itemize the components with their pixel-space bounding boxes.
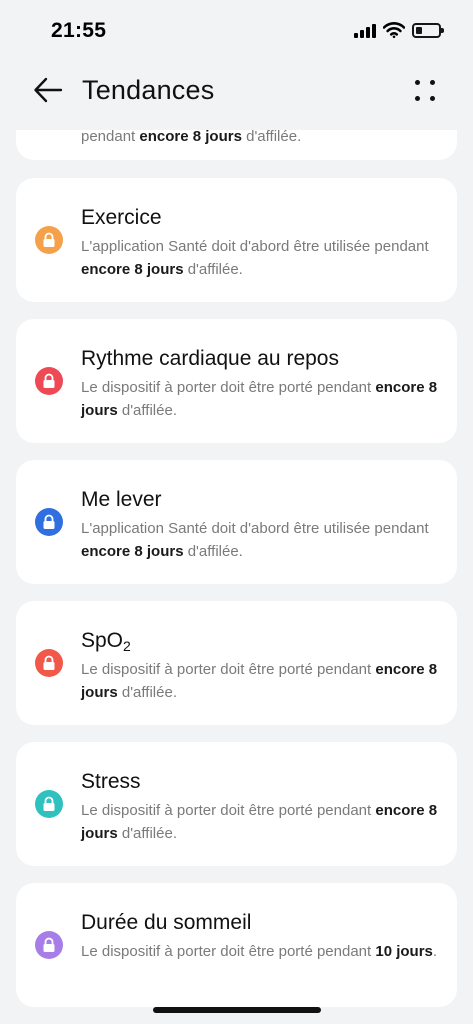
card-title: Rythme cardiaque au repos <box>81 347 339 370</box>
back-button[interactable] <box>30 74 66 106</box>
card-spo2[interactable]: SpO2 Le dispositif à porter doit être po… <box>16 601 457 725</box>
lock-icon <box>35 931 63 959</box>
status-icons <box>354 22 444 38</box>
wifi-icon <box>383 22 405 38</box>
card-description: Le dispositif à porter doit être porté p… <box>81 661 438 701</box>
card-description: pendant encore 8 jours d'affilée. <box>81 130 302 145</box>
header: Tendances <box>0 62 473 120</box>
screen: 21:55 Tendances pendant encore 8 jours d… <box>0 0 473 1024</box>
card-resting-heart-rate[interactable]: Rythme cardiaque au repos Le dispositif … <box>16 319 457 443</box>
card-stress[interactable]: Stress Le dispositif à porter doit être … <box>16 742 457 866</box>
card-partial[interactable]: pendant encore 8 jours d'affilée. <box>16 130 457 160</box>
cellular-signal-icon <box>354 23 376 38</box>
trends-list[interactable]: pendant encore 8 jours d'affilée. Exerci… <box>0 130 473 1024</box>
battery-icon <box>412 22 444 38</box>
card-title: SpO2 <box>81 629 131 654</box>
card-title: Me lever <box>81 488 162 511</box>
status-time: 21:55 <box>51 19 107 42</box>
card-title: Durée du sommeil <box>81 911 252 934</box>
card-description: L'application Santé doit d'abord être ut… <box>81 238 429 278</box>
card-title: Exercice <box>81 206 162 229</box>
card-description: Le dispositif à porter doit être porté p… <box>81 943 438 960</box>
page-title: Tendances <box>82 75 215 105</box>
arrow-left-icon <box>34 77 63 103</box>
card-wake-up[interactable]: Me lever L'application Santé doit d'abor… <box>16 460 457 584</box>
card-description: Le dispositif à porter doit être porté p… <box>81 802 438 842</box>
lock-icon <box>35 508 63 536</box>
home-indicator[interactable] <box>153 1007 321 1013</box>
card-description: Le dispositif à porter doit être porté p… <box>81 379 438 419</box>
status-bar: 21:55 <box>0 0 473 58</box>
lock-icon <box>35 649 63 677</box>
card-description: L'application Santé doit d'abord être ut… <box>81 520 429 560</box>
lock-icon <box>35 367 63 395</box>
lock-icon <box>35 226 63 254</box>
more-options-button[interactable] <box>413 78 437 104</box>
lock-icon <box>35 790 63 818</box>
card-sleep-duration[interactable]: Durée du sommeil Le dispositif à porter … <box>16 883 457 1007</box>
card-title: Stress <box>81 770 141 793</box>
card-exercise[interactable]: Exercice L'application Santé doit d'abor… <box>16 178 457 302</box>
